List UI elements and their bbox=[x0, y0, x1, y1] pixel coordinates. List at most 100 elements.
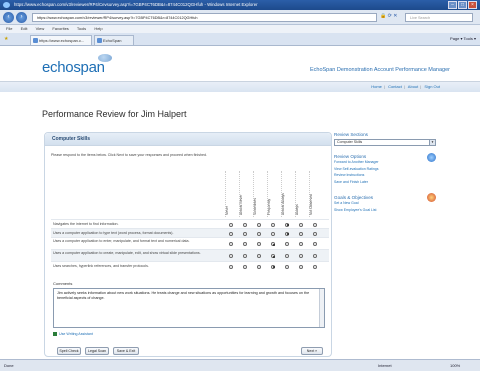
window-controls: – □ × bbox=[448, 1, 477, 9]
goals-icon bbox=[427, 193, 436, 202]
tab-echospan-url[interactable]: https://www.echospan.c... bbox=[30, 35, 92, 45]
legal-scan-button[interactable]: Legal Scan bbox=[85, 347, 109, 355]
next-button[interactable]: Next » bbox=[301, 347, 323, 355]
comments-scrollbar[interactable] bbox=[319, 289, 324, 327]
item-text: Uses a computer application to create, m… bbox=[53, 251, 201, 255]
about-link[interactable]: About bbox=[408, 84, 418, 89]
rating-radio[interactable] bbox=[313, 242, 317, 246]
rating-radio[interactable] bbox=[257, 222, 261, 227]
menu-help[interactable]: Help bbox=[94, 26, 102, 31]
rating-radio[interactable] bbox=[229, 242, 233, 246]
instructions: Please respond to the items below. Click… bbox=[51, 153, 208, 157]
rating-radio[interactable] bbox=[313, 222, 317, 227]
rating-radio[interactable] bbox=[299, 254, 303, 258]
rating-row: Uses a computer application to create, m… bbox=[51, 249, 329, 261]
rating-radio[interactable] bbox=[271, 231, 275, 236]
tab-echospan[interactable]: EchoSpan bbox=[94, 35, 134, 45]
rating-radio[interactable] bbox=[243, 264, 247, 269]
rating-radio[interactable] bbox=[257, 231, 261, 236]
search-input[interactable]: Live Search bbox=[405, 13, 473, 22]
rating-radio[interactable] bbox=[243, 222, 247, 227]
rating-radio[interactable] bbox=[299, 242, 303, 246]
page-tools-menu[interactable]: Page ▾ Tools ▾ bbox=[450, 36, 476, 41]
writing-assistant-label: Use Writing Assistant bbox=[59, 332, 93, 336]
comments-textarea[interactable]: Jim actively seeks information about new… bbox=[53, 288, 325, 328]
forward-button[interactable]: › bbox=[16, 12, 27, 23]
rating-radio[interactable] bbox=[271, 254, 275, 258]
menu-file[interactable]: File bbox=[6, 26, 12, 31]
rating-radio[interactable] bbox=[271, 264, 275, 269]
refresh-icon[interactable]: 🔒 ⟳ ✕ bbox=[380, 13, 397, 19]
echospan-logo[interactable]: echospan bbox=[42, 59, 105, 76]
menu-edit[interactable]: Edit bbox=[21, 26, 28, 31]
rating-radio[interactable] bbox=[313, 254, 317, 258]
rating-radio[interactable] bbox=[299, 264, 303, 269]
save-finish-later-link[interactable]: Save and Finish Later bbox=[334, 179, 444, 186]
zoom-level[interactable]: 100% bbox=[450, 360, 460, 371]
menu-bar: File Edit View Favorites Tools Help bbox=[0, 25, 480, 33]
writing-assistant-toggle[interactable]: Use Writing Assistant bbox=[53, 332, 93, 337]
rating-radio[interactable] bbox=[285, 254, 289, 258]
window-titlebar: https://www.echospan.com/v3/reviewer/RP4… bbox=[0, 0, 480, 10]
menu-favorites[interactable]: Favorites bbox=[52, 26, 68, 31]
selected-section: Computer Skills bbox=[337, 140, 363, 144]
favorites-star-icon[interactable]: ★ bbox=[4, 36, 8, 42]
rating-radio[interactable] bbox=[243, 242, 247, 246]
review-panel: Computer Skills Please respond to the it… bbox=[44, 132, 332, 357]
rating-radio[interactable] bbox=[285, 231, 289, 236]
address-input[interactable]: https://www.echospan.com/v3/reviewer/RP4… bbox=[32, 13, 377, 22]
rating-radio[interactable] bbox=[229, 222, 233, 227]
rating-radio[interactable] bbox=[299, 222, 303, 227]
rating-header-almost-never: Almost Never bbox=[239, 194, 243, 215]
security-zone: Internet bbox=[378, 363, 392, 368]
rating-radio[interactable] bbox=[229, 231, 233, 236]
back-button[interactable]: ‹ bbox=[3, 12, 14, 23]
rating-radio[interactable] bbox=[257, 264, 261, 269]
site-header: echospan EchoSpan Demonstration Account … bbox=[0, 46, 480, 82]
contact-link[interactable]: Contact bbox=[388, 84, 402, 89]
rating-row: Uses searches, hyperlink references, and… bbox=[51, 261, 329, 270]
rating-radio[interactable] bbox=[313, 264, 317, 269]
home-link[interactable]: Home bbox=[371, 84, 382, 89]
spell-check-button[interactable]: Spell Check bbox=[57, 347, 81, 355]
rating-radio[interactable] bbox=[229, 264, 233, 269]
tab-label: https://www.echospan.c... bbox=[39, 38, 85, 43]
maximize-button[interactable]: □ bbox=[458, 1, 467, 9]
rating-radio[interactable] bbox=[285, 264, 289, 269]
chevron-down-icon: ▼ bbox=[429, 140, 435, 145]
checkbox-icon bbox=[53, 332, 57, 337]
minimize-button[interactable]: – bbox=[448, 1, 457, 9]
review-sections-title: Review Sections bbox=[334, 132, 368, 137]
rating-header-frequently: Frequently bbox=[267, 198, 271, 215]
rating-radio[interactable] bbox=[257, 254, 261, 258]
save-exit-button[interactable]: Save & Exit bbox=[113, 347, 139, 355]
status-text: Done bbox=[4, 363, 14, 368]
rating-radio[interactable] bbox=[299, 231, 303, 236]
rating-radio[interactable] bbox=[243, 254, 247, 258]
rating-radio[interactable] bbox=[243, 231, 247, 236]
window-title: https://www.echospan.com/v3/reviewer/RP4… bbox=[14, 2, 258, 7]
status-bar: Done Internet 100% bbox=[0, 359, 480, 371]
rating-header-almost-always: Almost Always bbox=[281, 193, 285, 215]
close-button[interactable]: × bbox=[468, 1, 477, 9]
review-section-select[interactable]: Computer Skills ▼ bbox=[334, 139, 436, 146]
rating-radio[interactable] bbox=[285, 242, 289, 246]
rating-row: Navigates the internet to find informati… bbox=[51, 219, 329, 228]
menu-tools[interactable]: Tools bbox=[77, 26, 86, 31]
item-text: Uses a computer application to type text… bbox=[53, 231, 174, 235]
rating-radio[interactable] bbox=[313, 231, 317, 236]
rating-radio[interactable] bbox=[271, 222, 275, 227]
menu-view[interactable]: View bbox=[36, 26, 45, 31]
rating-radio[interactable] bbox=[257, 242, 261, 246]
rating-radio[interactable] bbox=[271, 242, 275, 246]
tab-label: EchoSpan bbox=[103, 38, 122, 43]
item-text: Uses searches, hyperlink references, and… bbox=[53, 264, 149, 268]
comments-label: Comments bbox=[53, 281, 73, 286]
address-toolbar: ‹ › https://www.echospan.com/v3/reviewer… bbox=[0, 10, 480, 25]
goal-list-link[interactable]: Show Employee's Goal List bbox=[334, 207, 444, 214]
rating-radio[interactable] bbox=[229, 254, 233, 258]
rating-radio[interactable] bbox=[285, 222, 289, 227]
comments-text: Jim actively seeks information about new… bbox=[57, 291, 310, 300]
sign-out-link[interactable]: Sign Out bbox=[424, 84, 440, 89]
top-links-bar: Home | Contact | About | Sign Out bbox=[0, 82, 480, 92]
